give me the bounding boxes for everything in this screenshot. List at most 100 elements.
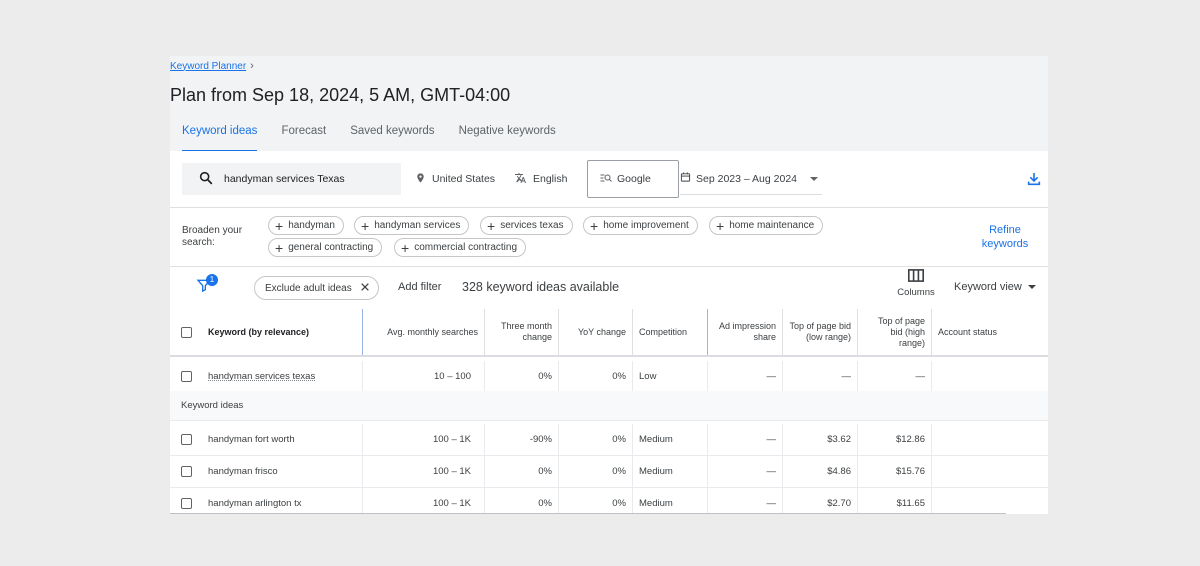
breadcrumb-keyword-planner-link[interactable]: Keyword Planner — [170, 61, 246, 72]
chip-label: home improvement — [603, 220, 689, 231]
refine-keywords-button[interactable]: Refine keywords — [965, 223, 1045, 251]
language-selector[interactable]: English — [514, 163, 567, 195]
three-month-cell: 0% — [484, 456, 558, 487]
calendar-icon — [680, 171, 691, 186]
exclude-adult-ideas-chip[interactable]: Exclude adult ideas — [254, 276, 379, 300]
ad-share-cell: — — [707, 456, 782, 487]
header-three-month-change[interactable]: Three month change — [484, 309, 558, 355]
header-keyword-label: Keyword (by relevance) — [208, 326, 310, 337]
plus-icon: + — [275, 217, 284, 234]
ad-share-cell: — — [707, 488, 782, 514]
avg-searches-cell: 10 – 100 — [362, 361, 484, 392]
broaden-chip-handyman-services[interactable]: + handyman services — [354, 216, 470, 235]
search-network-selector[interactable]: Google — [587, 160, 679, 198]
yoy-cell: 0% — [558, 361, 632, 392]
header-keyword[interactable]: Keyword (by relevance) — [170, 309, 362, 355]
keyword-view-label: Keyword view — [954, 281, 1022, 293]
header-bid-high[interactable]: Top of page bid (high range) — [857, 309, 931, 355]
add-filter-button[interactable]: Add filter — [398, 281, 441, 293]
date-range-label: Sep 2023 – Aug 2024 — [696, 172, 798, 185]
search-input[interactable]: handyman services Texas — [182, 163, 401, 195]
keyword-text[interactable]: handyman services texas — [208, 371, 315, 382]
language-label: English — [533, 173, 568, 185]
close-icon[interactable] — [360, 282, 370, 295]
divider — [170, 266, 1048, 267]
keyword-text: handyman fort worth — [208, 434, 295, 445]
table-row[interactable]: handyman frisco 100 – 1K 0% 0% Medium — … — [170, 456, 1048, 488]
bid-low-cell: $3.62 — [782, 424, 857, 455]
keyword-cell: handyman fort worth — [170, 424, 362, 455]
yoy-cell: 0% — [558, 424, 632, 455]
header-competition[interactable]: Competition — [632, 309, 707, 355]
broaden-chip-home-improvement[interactable]: + home improvement — [583, 216, 698, 235]
competition-cell: Low — [632, 361, 707, 392]
table-row[interactable]: handyman arlington tx 100 – 1K 0% 0% Med… — [170, 488, 1048, 514]
broaden-chip-handyman[interactable]: + handyman — [268, 216, 344, 235]
status-cell — [931, 488, 1048, 514]
chip-label: handyman — [288, 220, 335, 231]
header-yoy-change[interactable]: YoY change — [558, 309, 632, 355]
columns-button[interactable]: Columns — [894, 269, 938, 298]
ad-share-cell: — — [707, 424, 782, 455]
date-range-selector[interactable]: Sep 2023 – Aug 2024 — [680, 163, 822, 195]
table-row[interactable]: handyman fort worth 100 – 1K -90% 0% Med… — [170, 424, 1048, 456]
tab-keyword-ideas[interactable]: Keyword ideas — [170, 122, 269, 152]
translate-icon — [514, 172, 527, 187]
chip-label: general contracting — [288, 242, 374, 253]
competition-cell: Medium — [632, 488, 707, 514]
avg-searches-cell: 100 – 1K — [362, 424, 484, 455]
table-header: Keyword (by relevance) Avg. monthly sear… — [170, 309, 1048, 357]
competition-cell: Medium — [632, 424, 707, 455]
header-account-status[interactable]: Account status — [931, 309, 1048, 355]
chevron-right-icon: › — [250, 60, 254, 72]
row-checkbox[interactable] — [181, 371, 192, 382]
scrollbar-track[interactable] — [170, 513, 1006, 514]
bid-low-cell: $4.86 — [782, 456, 857, 487]
keyword-cell: handyman arlington tx — [170, 488, 362, 514]
location-label: United States — [432, 173, 496, 185]
broaden-chip-home-maintenance[interactable]: + home maintenance — [709, 216, 824, 235]
search-icon — [198, 170, 214, 189]
tab-saved-keywords[interactable]: Saved keywords — [338, 122, 446, 152]
broaden-chip-services-texas[interactable]: + services texas — [480, 216, 573, 235]
status-cell — [931, 424, 1048, 455]
ad-share-cell: — — [707, 361, 782, 392]
search-network-icon — [600, 173, 612, 186]
plus-icon: + — [275, 239, 284, 256]
keyword-text: handyman arlington tx — [208, 498, 302, 509]
section-label-keyword-ideas: Keyword ideas — [170, 391, 1048, 421]
caret-down-icon — [1027, 285, 1036, 289]
tab-forecast[interactable]: Forecast — [269, 122, 338, 152]
yoy-cell: 0% — [558, 456, 632, 487]
download-icon[interactable] — [1026, 171, 1042, 187]
row-checkbox[interactable] — [181, 466, 192, 477]
plus-icon: + — [401, 239, 410, 256]
bid-high-cell: $11.65 — [857, 488, 931, 514]
three-month-cell: 0% — [484, 361, 558, 392]
header-avg-monthly-searches[interactable]: Avg. monthly searches — [362, 309, 484, 355]
table-row[interactable]: handyman services texas 10 – 100 0% 0% L… — [170, 361, 1048, 393]
location-selector[interactable]: United States — [415, 163, 495, 195]
location-pin-icon — [415, 172, 426, 187]
avg-searches-cell: 100 – 1K — [362, 488, 484, 514]
row-checkbox[interactable] — [181, 434, 192, 445]
keyword-view-dropdown[interactable]: Keyword view — [954, 281, 1036, 293]
chip-label: commercial contracting — [414, 242, 517, 253]
chip-label: services texas — [500, 220, 564, 231]
row-checkbox[interactable] — [181, 498, 192, 509]
header-ad-impression-share[interactable]: Ad impression share — [707, 309, 782, 355]
columns-label: Columns — [897, 287, 935, 298]
broaden-chip-commercial-contracting[interactable]: + commercial contracting — [394, 238, 526, 257]
tab-negative-keywords[interactable]: Negative keywords — [447, 122, 568, 152]
keyword-ideas-card: handyman services Texas United States En… — [170, 151, 1048, 514]
header-bid-low[interactable]: Top of page bid (low range) — [782, 309, 857, 355]
broaden-chip-general-contracting[interactable]: + general contracting — [268, 238, 383, 257]
divider — [170, 207, 1048, 208]
chip-label: handyman services — [374, 220, 461, 231]
plus-icon: + — [590, 217, 599, 234]
keyword-text: handyman frisco — [208, 466, 278, 477]
breadcrumb: Keyword Planner › — [170, 60, 254, 72]
bid-high-cell: $12.86 — [857, 424, 931, 455]
three-month-cell: -90% — [484, 424, 558, 455]
select-all-checkbox[interactable] — [181, 326, 192, 338]
